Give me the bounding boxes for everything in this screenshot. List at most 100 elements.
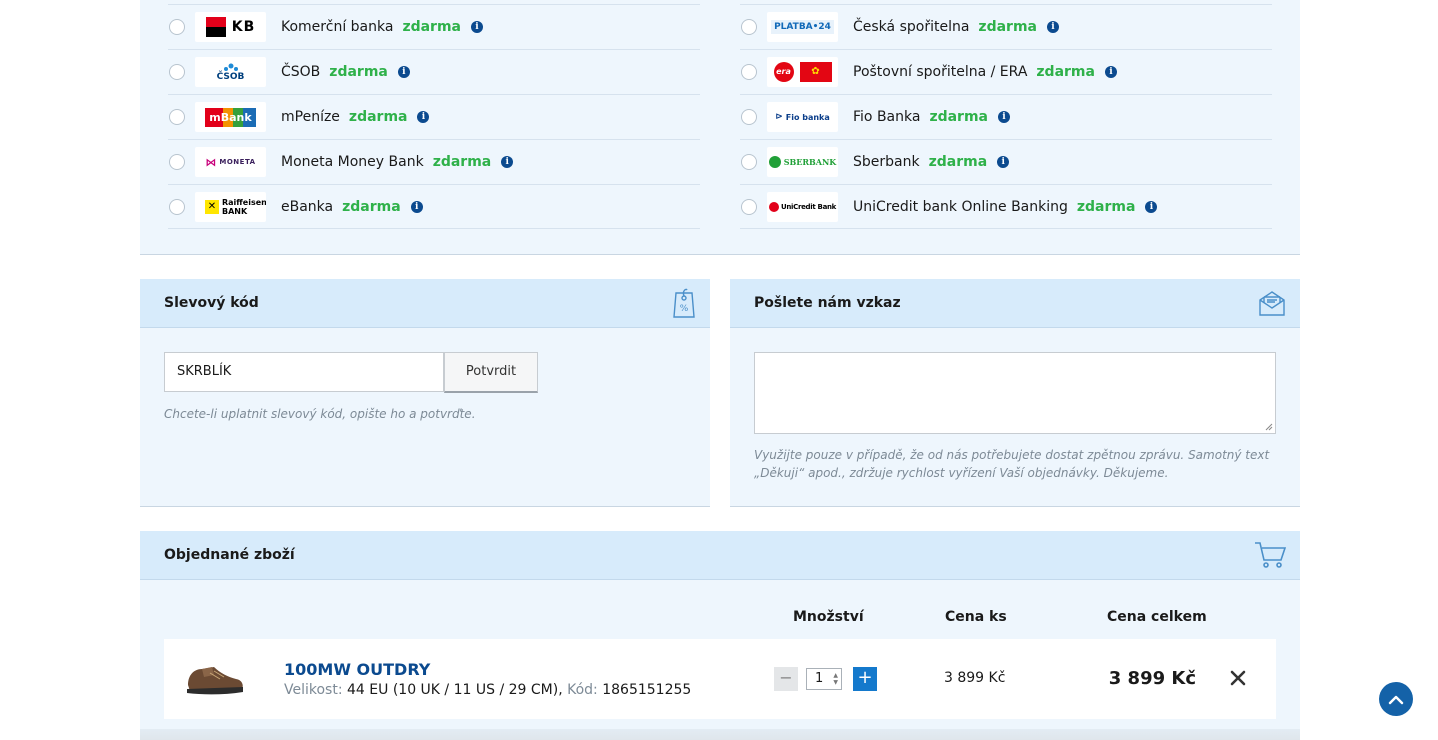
product-name-link[interactable]: 100MW OUTDRY	[284, 660, 430, 679]
era-logo-icon: era ✿	[767, 57, 838, 87]
column-unit-price: Cena ks	[945, 609, 1007, 625]
quantity-spinner-icon[interactable]: ▲ ▼	[833, 672, 838, 686]
bank-name: Fio Banka	[853, 109, 921, 125]
section-divider	[140, 729, 1300, 740]
bank-column-right: PLATBA•24 Česká spořitelna zdarma i era …	[740, 4, 1272, 229]
platba24-logo-icon: PLATBA•24	[767, 12, 838, 42]
unicredit-logo-icon: UniCredit Bank	[767, 191, 838, 222]
bank-radio[interactable]	[169, 109, 185, 125]
decrease-quantity-button[interactable]: −	[774, 667, 798, 691]
bank-radio[interactable]	[169, 154, 185, 170]
sberbank-logo-icon: SBERBANK	[767, 147, 838, 177]
bank-name: Komerční banka	[281, 19, 394, 35]
increase-quantity-button[interactable]: +	[853, 667, 877, 691]
quantity-input[interactable]: 1 ▲ ▼	[806, 668, 842, 690]
free-label: zdarma	[978, 19, 1037, 35]
product-meta: Velikost: 44 EU (10 UK / 11 US / 29 CM),…	[284, 682, 691, 698]
info-icon[interactable]: i	[501, 156, 514, 168]
discount-tag-icon: %	[672, 287, 696, 323]
bank-name: mPeníze	[281, 109, 340, 125]
info-icon[interactable]: i	[471, 21, 483, 33]
size-value: 44 EU (10 UK / 11 US / 29 CM),	[347, 682, 563, 698]
remove-item-icon[interactable]	[1226, 666, 1250, 690]
ordered-goods-title: Objednané zboží	[164, 547, 295, 563]
free-label: zdarma	[1036, 64, 1095, 80]
info-icon[interactable]: i	[1046, 21, 1059, 33]
svg-text:%: %	[680, 304, 689, 314]
discount-code-header: Slevový kód %	[140, 279, 710, 328]
bank-name: Moneta Money Bank	[281, 154, 424, 170]
discount-code-box: Slevový kód % SKRBLÍK Potvrdit Chcete-li…	[140, 279, 710, 507]
kb-logo-icon: KB	[195, 12, 266, 42]
total-price: 3 899 Kč	[1108, 668, 1196, 689]
bank-name: eBanka	[281, 198, 334, 215]
bank-option[interactable]: ✕ Raiffeisen BANK eBanka zdarma i	[168, 184, 700, 229]
chevron-up-icon	[1388, 690, 1404, 709]
bank-radio[interactable]	[169, 198, 185, 215]
free-label: zdarma	[342, 198, 401, 215]
free-label: zdarma	[329, 64, 388, 80]
bank-radio[interactable]	[741, 109, 757, 125]
discount-code-title: Slevový kód	[164, 295, 259, 311]
product-image[interactable]	[184, 659, 246, 703]
bank-radio[interactable]	[741, 64, 757, 80]
free-label: zdarma	[1076, 198, 1136, 215]
bank-option[interactable]: UniCredit Bank UniCredit bank Online Ban…	[740, 184, 1272, 229]
bank-name: UniCredit bank Online Banking	[853, 198, 1068, 215]
discount-code-input[interactable]: SKRBLÍK	[164, 352, 444, 392]
confirm-code-button[interactable]: Potvrdit	[444, 352, 538, 393]
info-icon[interactable]: i	[1104, 66, 1117, 78]
message-textarea[interactable]	[754, 352, 1276, 434]
bank-option[interactable]: PLATBA•24 Česká spořitelna zdarma i	[740, 4, 1272, 49]
info-icon[interactable]: i	[997, 156, 1010, 168]
info-icon[interactable]: i	[397, 66, 410, 78]
bank-option[interactable]: SBERBANK Sberbank zdarma i	[740, 139, 1272, 184]
quantity-value: 1	[815, 671, 824, 686]
free-label: zdarma	[432, 154, 492, 170]
bank-option[interactable]: mBank mPeníze zdarma i	[168, 94, 700, 139]
raiffeisen-logo-icon: ✕ Raiffeisen BANK	[195, 191, 266, 222]
info-icon[interactable]: i	[410, 200, 423, 213]
csob-logo-icon: ČSOB	[195, 57, 266, 87]
code-value: 1865151255	[602, 682, 692, 698]
free-label: zdarma	[402, 19, 461, 35]
bank-name: Sberbank	[853, 154, 920, 170]
free-label: zdarma	[928, 154, 988, 170]
mbank-logo-icon: mBank	[195, 102, 266, 132]
bank-radio[interactable]	[741, 198, 757, 215]
bank-option[interactable]: KB Komerční banka zdarma i	[168, 4, 700, 49]
bank-radio[interactable]	[741, 19, 757, 35]
cart-icon	[1254, 541, 1287, 573]
info-icon[interactable]: i	[1145, 200, 1158, 213]
bank-radio[interactable]	[169, 19, 185, 35]
message-title: Pošlete nám vzkaz	[754, 295, 901, 311]
fio-logo-icon: ⊳ Fio banka	[767, 102, 838, 132]
unit-price: 3 899 Kč	[944, 670, 1006, 686]
checkout-page: KB Komerční banka zdarma i ČSOB ČSOB zda…	[0, 0, 1438, 740]
column-total-price: Cena celkem	[1107, 609, 1207, 625]
moneta-logo-icon: ⋈ MONETA	[195, 147, 266, 177]
scroll-to-top-button[interactable]	[1379, 682, 1413, 716]
bank-column-left: KB Komerční banka zdarma i ČSOB ČSOB zda…	[168, 4, 700, 229]
bank-radio[interactable]	[741, 154, 757, 170]
message-box: Pošlete nám vzkaz Využijte pouze v přípa…	[730, 279, 1300, 507]
bank-option[interactable]: ČSOB ČSOB zdarma i	[168, 49, 700, 94]
code-label: Kód:	[567, 682, 598, 698]
ordered-goods-header: Objednané zboží	[140, 531, 1300, 580]
bank-option[interactable]: ⊳ Fio banka Fio Banka zdarma i	[740, 94, 1272, 139]
info-icon[interactable]: i	[417, 111, 430, 123]
column-quantity: Množství	[793, 609, 864, 625]
bank-name: Česká spořitelna	[853, 19, 970, 35]
free-label: zdarma	[348, 109, 408, 125]
size-label: Velikost:	[284, 682, 343, 698]
bank-name: ČSOB	[281, 64, 321, 80]
info-icon[interactable]: i	[998, 111, 1010, 123]
free-label: zdarma	[929, 109, 988, 125]
mail-icon	[1258, 289, 1286, 321]
bank-option[interactable]: ⋈ MONETA Moneta Money Bank zdarma i	[168, 139, 700, 184]
ordered-goods-box: Objednané zboží Množství Cena ks Cena ce…	[140, 531, 1300, 740]
order-item-row: 100MW OUTDRY Velikost: 44 EU (10 UK / 11…	[164, 639, 1276, 719]
message-header: Pošlete nám vzkaz	[730, 279, 1300, 328]
bank-radio[interactable]	[169, 64, 185, 80]
bank-option[interactable]: era ✿ Poštovní spořitelna / ERA zdarma i	[740, 49, 1272, 94]
